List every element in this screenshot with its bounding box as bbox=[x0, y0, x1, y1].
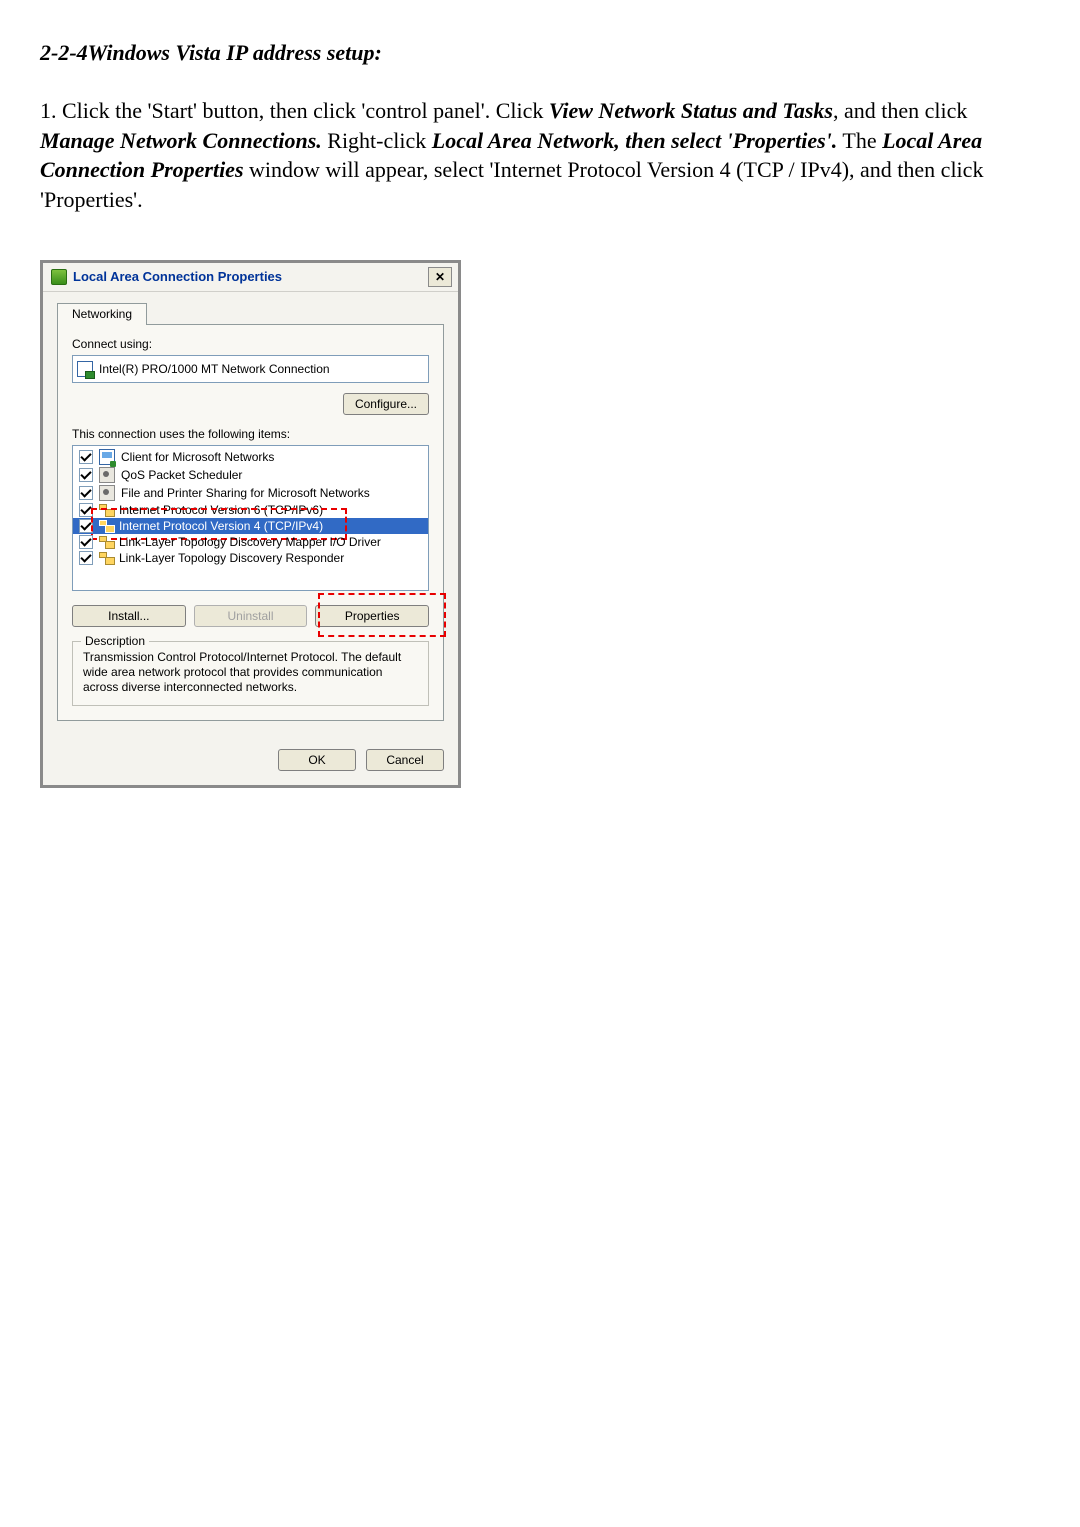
list-item-label: QoS Packet Scheduler bbox=[121, 468, 242, 482]
checkbox-icon[interactable] bbox=[79, 519, 93, 533]
list-item-label: Internet Protocol Version 6 (TCP/IPv6) bbox=[119, 503, 323, 517]
adapter-field[interactable]: Intel(R) PRO/1000 MT Network Connection bbox=[72, 355, 429, 383]
instruction-paragraph: 1. Click the 'Start' button, then click … bbox=[40, 96, 1040, 215]
close-button[interactable]: ✕ bbox=[428, 267, 452, 287]
connect-using-label: Connect using: bbox=[72, 337, 429, 351]
list-item-label: Link-Layer Topology Discovery Responder bbox=[119, 551, 344, 565]
properties-button[interactable]: Properties bbox=[315, 605, 429, 627]
list-item-label: Internet Protocol Version 4 (TCP/IPv4) bbox=[119, 519, 323, 533]
text-strong: Manage Network Connections. bbox=[40, 128, 322, 153]
window-title: Local Area Connection Properties bbox=[73, 269, 282, 284]
description-group: Description Transmission Control Protoco… bbox=[72, 641, 429, 706]
window-icon bbox=[51, 269, 67, 285]
printer-share-icon bbox=[99, 485, 115, 501]
checkbox-icon[interactable] bbox=[79, 486, 93, 500]
adapter-name: Intel(R) PRO/1000 MT Network Connection bbox=[99, 362, 330, 376]
text-strong: Local Area Network, then select 'Propert… bbox=[432, 128, 838, 153]
checkbox-icon[interactable] bbox=[79, 450, 93, 464]
title-bar: Local Area Connection Properties ✕ bbox=[43, 263, 458, 292]
text: , and then click bbox=[833, 98, 967, 123]
text: 1. Click the 'Start' button, then click … bbox=[40, 98, 549, 123]
checkbox-icon[interactable] bbox=[79, 503, 93, 517]
protocol-icon bbox=[99, 551, 113, 565]
configure-button[interactable]: Configure... bbox=[343, 393, 429, 415]
cancel-button[interactable]: Cancel bbox=[366, 749, 444, 771]
checkbox-icon[interactable] bbox=[79, 535, 93, 549]
tab-page: Connect using: Intel(R) PRO/1000 MT Netw… bbox=[57, 324, 444, 721]
properties-dialog: Local Area Connection Properties ✕ Netwo… bbox=[40, 260, 461, 788]
list-item-label: Link-Layer Topology Discovery Mapper I/O… bbox=[119, 535, 381, 549]
text: The bbox=[837, 128, 882, 153]
scheduler-icon bbox=[99, 467, 115, 483]
list-item-label: File and Printer Sharing for Microsoft N… bbox=[121, 486, 370, 500]
list-item[interactable]: File and Printer Sharing for Microsoft N… bbox=[73, 484, 428, 502]
connection-items-list[interactable]: Client for Microsoft Networks QoS Packet… bbox=[72, 445, 429, 591]
list-item[interactable]: Link-Layer Topology Discovery Responder bbox=[73, 550, 428, 566]
list-item[interactable]: QoS Packet Scheduler bbox=[73, 466, 428, 484]
checkbox-icon[interactable] bbox=[79, 468, 93, 482]
list-item[interactable]: Internet Protocol Version 6 (TCP/IPv6) bbox=[73, 502, 428, 518]
items-label: This connection uses the following items… bbox=[72, 427, 429, 441]
protocol-icon bbox=[99, 535, 113, 549]
list-item-selected[interactable]: Internet Protocol Version 4 (TCP/IPv4) bbox=[73, 518, 428, 534]
checkbox-icon[interactable] bbox=[79, 551, 93, 565]
tab-networking[interactable]: Networking bbox=[57, 303, 147, 325]
install-button[interactable]: Install... bbox=[72, 605, 186, 627]
text: Right-click bbox=[322, 128, 432, 153]
description-legend: Description bbox=[81, 634, 149, 648]
nic-icon bbox=[77, 361, 93, 377]
text-strong: View Network Status and Tasks bbox=[549, 98, 833, 123]
uninstall-button: Uninstall bbox=[194, 605, 308, 627]
client-icon bbox=[99, 449, 115, 465]
list-item[interactable]: Link-Layer Topology Discovery Mapper I/O… bbox=[73, 534, 428, 550]
list-item[interactable]: Client for Microsoft Networks bbox=[73, 448, 428, 466]
ok-button[interactable]: OK bbox=[278, 749, 356, 771]
protocol-icon bbox=[99, 519, 113, 533]
description-text: Transmission Control Protocol/Internet P… bbox=[83, 650, 418, 695]
protocol-icon bbox=[99, 503, 113, 517]
section-heading: 2-2-4Windows Vista IP address setup: bbox=[40, 40, 1040, 66]
list-item-label: Client for Microsoft Networks bbox=[121, 450, 274, 464]
